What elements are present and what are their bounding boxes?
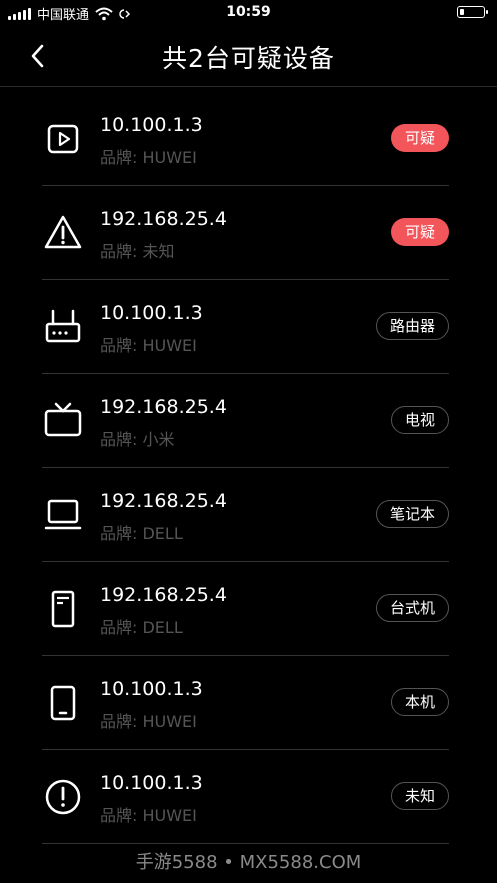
device-type-badge: 未知 bbox=[390, 782, 449, 810]
device-row[interactable]: 192.168.25.4 品牌: 未知 可疑 bbox=[42, 186, 449, 280]
device-row[interactable]: 192.168.25.4 品牌: DELL 台式机 bbox=[42, 562, 449, 656]
battery-icon bbox=[457, 6, 488, 18]
device-row[interactable]: 10.100.1.3 品牌: HUWEI 路由器 bbox=[42, 280, 449, 374]
device-type-badge: 台式机 bbox=[375, 594, 449, 622]
exclamation-circle-icon bbox=[42, 776, 84, 818]
device-ip: 10.100.1.3 bbox=[100, 772, 203, 794]
nav-bar: 共2台可疑设备 bbox=[0, 26, 497, 87]
device-brand: 品牌: DELL bbox=[100, 618, 183, 637]
router-icon bbox=[42, 306, 84, 348]
laptop-icon bbox=[42, 494, 84, 536]
device-type-badge: 路由器 bbox=[375, 312, 449, 340]
device-brand: 品牌: HUWEI bbox=[100, 806, 197, 825]
device-brand: 品牌: 未知 bbox=[100, 242, 175, 261]
device-ip: 192.168.25.4 bbox=[100, 584, 227, 606]
battery-fill bbox=[460, 9, 465, 15]
device-ip: 192.168.25.4 bbox=[100, 490, 227, 512]
tv-icon bbox=[42, 400, 84, 442]
page-title: 共2台可疑设备 bbox=[162, 44, 335, 73]
device-brand: 品牌: DELL bbox=[100, 524, 183, 543]
device-ip: 10.100.1.3 bbox=[100, 678, 203, 700]
device-type-badge: 本机 bbox=[390, 688, 449, 716]
device-row[interactable]: 10.100.1.3 品牌: HUWEI 未知 bbox=[42, 750, 449, 844]
desktop-icon bbox=[42, 588, 84, 630]
play-icon bbox=[42, 118, 84, 160]
status-bar: 中国联通 10:59 bbox=[0, 0, 497, 26]
device-brand: 品牌: HUWEI bbox=[100, 336, 197, 355]
device-row[interactable]: 192.168.25.4 品牌: DELL 笔记本 bbox=[42, 468, 449, 562]
device-ip: 10.100.1.3 bbox=[100, 114, 203, 136]
watermark: 手游5588 • MX5588.COM bbox=[135, 852, 362, 873]
device-brand: 品牌: 小米 bbox=[100, 430, 175, 449]
status-time: 10:59 bbox=[226, 4, 271, 20]
phone-icon bbox=[42, 682, 84, 724]
device-row[interactable]: 192.168.25.4 品牌: 小米 电视 bbox=[42, 374, 449, 468]
device-type-badge: 可疑 bbox=[390, 124, 449, 152]
device-type-badge: 电视 bbox=[390, 406, 449, 434]
device-ip: 192.168.25.4 bbox=[100, 396, 227, 418]
device-brand: 品牌: HUWEI bbox=[100, 712, 197, 731]
device-ip: 10.100.1.3 bbox=[100, 302, 203, 324]
device-type-badge: 可疑 bbox=[390, 218, 449, 246]
device-type-badge: 笔记本 bbox=[375, 500, 449, 528]
warning-icon bbox=[42, 212, 84, 254]
device-ip: 192.168.25.4 bbox=[100, 208, 227, 230]
device-brand: 品牌: HUWEI bbox=[100, 148, 197, 167]
device-list: 10.100.1.3 品牌: HUWEI 可疑 192.168.25.4 品牌: 未知 可… bbox=[42, 92, 449, 844]
device-row[interactable]: 10.100.1.3 品牌: HUWEI 本机 bbox=[42, 656, 449, 750]
device-row[interactable]: 10.100.1.3 品牌: HUWEI 可疑 bbox=[42, 92, 449, 186]
